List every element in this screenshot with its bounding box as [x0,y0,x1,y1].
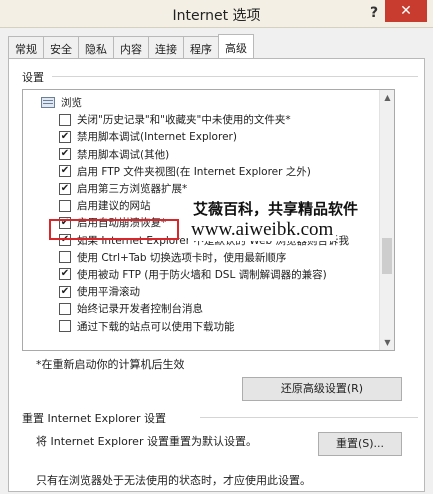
checkbox[interactable] [59,165,71,178]
setting-label: 使用被动 FTP (用于防火墙和 DSL 调制解调器的兼容) [77,268,327,281]
reset-group-divider [200,417,418,418]
checkbox[interactable] [59,320,71,333]
category-folder-icon [41,97,55,109]
reset-group-label: 重置 Internet Explorer 设置 [22,410,170,426]
watermark-slogan: 艾薇百科，共享精品软件 [191,198,361,219]
setting-disable-script-debug-other[interactable]: 禁用脚本调试(其他) [23,146,379,163]
reset-description: 将 Internet Explorer 设置重置为默认设置。 [36,435,257,448]
tab-content[interactable]: 内容 [113,36,149,58]
checkbox[interactable] [59,199,71,212]
settings-group-divider [52,76,418,77]
setting-log-console-messages[interactable]: 始终记录开发者控制台消息 [23,300,379,317]
setting-passive-ftp[interactable]: 使用被动 FTP (用于防火墙和 DSL 调制解调器的兼容) [23,266,379,283]
checkbox[interactable] [59,302,71,315]
tab-security[interactable]: 安全 [43,36,79,58]
scroll-thumb[interactable] [382,238,392,274]
category-browsing: 浏览 [23,94,379,111]
checkbox[interactable] [59,285,71,298]
category-label: 浏览 [61,97,82,110]
checkbox[interactable] [59,268,71,281]
setting-disable-script-debug-ie[interactable]: 禁用脚本调试(Internet Explorer) [23,128,379,145]
restart-note: *在重新启动你的计算机后生效 [36,358,185,371]
tab-connections[interactable]: 连接 [148,36,184,58]
setting-download-feature[interactable]: 通过下载的站点可以使用下载功能 [23,317,379,334]
setting-label: 启用第三方浏览器扩展* [77,183,188,196]
scroll-down-arrow-icon[interactable]: ▼ [380,335,394,350]
setting-label: 关闭"历史记录"和"收藏夹"中未使用的文件夹* [77,114,291,127]
tab-privacy[interactable]: 隐私 [78,36,114,58]
setting-label: 使用 Ctrl+Tab 切换选项卡时，使用最新顺序 [77,251,287,264]
setting-label: 启用 FTP 文件夹视图(在 Internet Explorer 之外) [77,165,311,178]
tab-advanced[interactable]: 高级 [218,34,254,59]
help-button[interactable]: ? [363,3,385,23]
setting-smooth-scrolling[interactable]: 使用平滑滚动 [23,283,379,300]
title-bar: Internet 选项 ? ✕ [0,0,433,28]
checkbox[interactable] [59,148,71,161]
highlight-annotation [49,219,179,240]
reset-button[interactable]: 重置(S)... [318,432,402,456]
checkbox[interactable] [59,130,71,143]
setting-label: 始终记录开发者控制台消息 [77,303,203,316]
restore-advanced-settings-button[interactable]: 还原高级设置(R) [242,377,402,401]
watermark-url: www.aiweibk.com [188,219,337,241]
setting-close-unused-folders[interactable]: 关闭"历史记录"和"收藏夹"中未使用的文件夹* [23,111,379,128]
reset-footer-note: 只有在浏览器处于无法使用的状态时，才应使用此设置。 [36,474,311,487]
setting-label: 禁用脚本调试(Internet Explorer) [77,131,237,144]
setting-label: 启用建议的网站 [77,200,151,213]
setting-ctrl-tab-order[interactable]: 使用 Ctrl+Tab 切换选项卡时，使用最新顺序 [23,249,379,266]
tab-general[interactable]: 常规 [8,36,44,58]
tab-strip: 常规 安全 隐私 内容 连接 程序 高级 [8,34,254,59]
setting-ftp-folder-view[interactable]: 启用 FTP 文件夹视图(在 Internet Explorer 之外) [23,163,379,180]
checkbox[interactable] [59,113,71,126]
checkbox[interactable] [59,182,71,195]
setting-label: 使用平滑滚动 [77,286,140,299]
setting-label: 禁用脚本调试(其他) [77,148,170,161]
close-button[interactable]: ✕ [385,0,427,22]
settings-group-label: 设置 [22,69,48,85]
setting-third-party-extensions[interactable]: 启用第三方浏览器扩展* [23,180,379,197]
setting-label: 通过下载的站点可以使用下载功能 [77,320,235,333]
scroll-up-arrow-icon[interactable]: ▲ [380,90,394,105]
checkbox[interactable] [59,251,71,264]
tab-programs[interactable]: 程序 [183,36,219,58]
list-scrollbar[interactable]: ▲ ▼ [379,90,394,350]
